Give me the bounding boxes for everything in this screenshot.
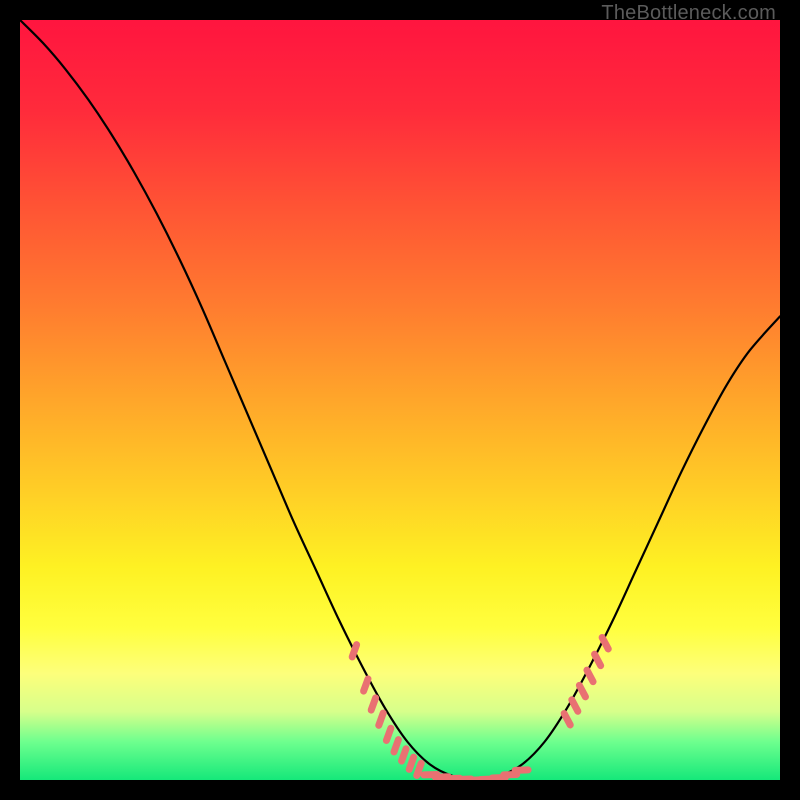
- curve-marker: [379, 713, 383, 725]
- curve-marker: [371, 698, 375, 710]
- attribution-label: TheBottleneck.com: [601, 2, 776, 25]
- chart-frame: [20, 20, 780, 780]
- chart-background: [20, 20, 780, 780]
- curve-marker: [352, 645, 356, 657]
- curve-marker: [409, 757, 413, 769]
- chart-svg: [20, 20, 780, 780]
- curve-marker: [394, 740, 398, 752]
- curve-marker: [402, 749, 406, 761]
- curve-marker: [364, 679, 368, 691]
- curve-marker: [417, 763, 421, 775]
- curve-marker: [386, 728, 390, 740]
